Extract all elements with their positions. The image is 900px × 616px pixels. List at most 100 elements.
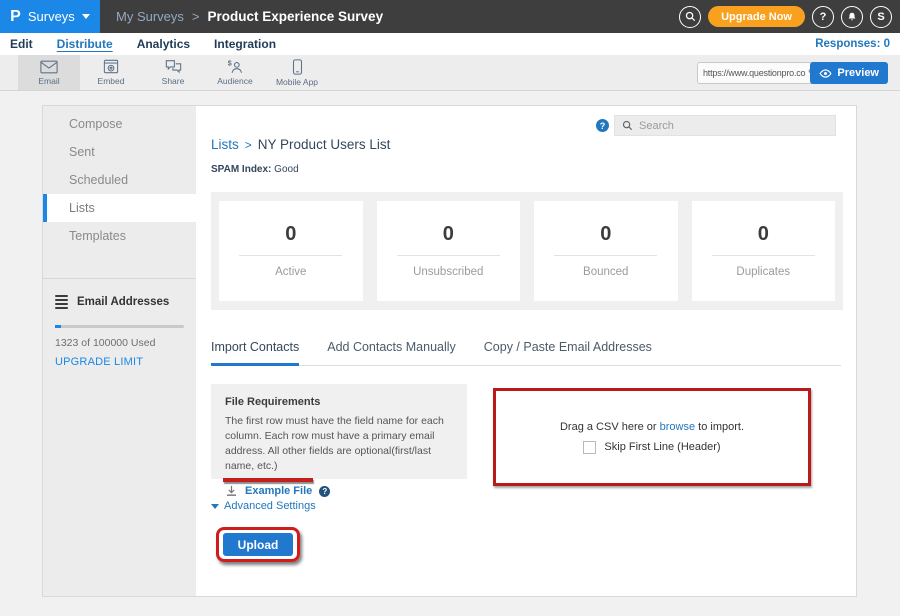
tool-label: Audience: [217, 76, 252, 86]
sidebar-item-scheduled[interactable]: Scheduled: [43, 166, 196, 194]
distribute-toolbar: Email Embed Share $ Audience Mobile App …: [0, 55, 900, 91]
upload-button[interactable]: Upload: [223, 533, 293, 556]
email-addresses-title: Email Addresses: [77, 296, 169, 308]
search-button[interactable]: [679, 6, 701, 28]
dropzone-text-before: Drag a CSV here or: [560, 421, 660, 433]
dropzone-text-after: to import.: [695, 421, 744, 433]
advanced-settings-toggle[interactable]: Advanced Settings: [211, 500, 316, 512]
top-bar: P Surveys My Surveys > Product Experienc…: [0, 0, 900, 33]
advanced-settings-label: Advanced Settings: [224, 500, 316, 512]
annotation-underline-example-file: [223, 478, 313, 482]
lists-link[interactable]: Lists: [211, 137, 239, 152]
contacts-tabs: Import Contacts Add Contacts Manually Co…: [211, 340, 841, 366]
sidebar-item-lists[interactable]: Lists: [43, 194, 196, 222]
stat-label: Bounced: [534, 266, 678, 278]
stat-label: Duplicates: [692, 266, 836, 278]
nav-tab-integration[interactable]: Integration: [214, 37, 276, 51]
survey-url-value: https://www.questionpro.com/t/AP53kZgfo: [703, 68, 806, 78]
list-icon: [55, 295, 68, 309]
email-usage-text: 1323 of 100000 Used: [55, 337, 184, 349]
survey-url-field[interactable]: https://www.questionpro.com/t/AP53kZgfo …: [697, 62, 823, 84]
stat-value: 0: [534, 223, 678, 246]
email-sidebar: Compose Sent Scheduled Lists Templates E…: [43, 106, 196, 596]
share-icon: [165, 59, 182, 74]
nav-tab-edit[interactable]: Edit: [10, 37, 33, 51]
svg-text:$: $: [228, 59, 232, 68]
file-requirements-box: File Requirements The first row must hav…: [211, 384, 467, 479]
responses-count[interactable]: Responses: 0: [815, 38, 890, 50]
email-addresses-header: Email Addresses: [55, 295, 184, 309]
nav-tab-distribute[interactable]: Distribute: [57, 37, 113, 51]
spam-index-label: SPAM Index:: [211, 164, 271, 175]
embed-icon: [103, 59, 119, 74]
annotation-box-upload: Upload: [216, 527, 300, 562]
breadcrumb: My Surveys > Product Experience Survey: [116, 9, 383, 24]
tool-label: Embed: [98, 76, 125, 86]
example-file-row: Example File ?: [225, 485, 453, 498]
tool-share[interactable]: Share: [142, 55, 204, 90]
bell-icon: [846, 11, 858, 23]
stat-card-bounced: 0 Bounced: [534, 201, 678, 301]
breadcrumb-current-survey: Product Experience Survey: [208, 9, 384, 24]
sidebar-item-compose[interactable]: Compose: [43, 110, 196, 138]
search-input[interactable]: [639, 120, 828, 132]
stat-divider: [397, 255, 500, 256]
tool-embed[interactable]: Embed: [80, 55, 142, 90]
audience-icon: $: [226, 59, 244, 74]
spam-index: SPAM Index: Good: [211, 164, 299, 175]
stat-divider: [554, 255, 657, 256]
upgrade-limit-link[interactable]: UPGRADE LIMIT: [55, 356, 184, 368]
tool-label: Mobile App: [276, 77, 318, 87]
app-logo[interactable]: P Surveys: [0, 0, 100, 33]
browse-link[interactable]: browse: [660, 421, 695, 433]
spam-index-value: Good: [274, 164, 298, 175]
sidebar-menu: Compose Sent Scheduled Lists Templates: [43, 106, 196, 250]
stat-divider: [712, 255, 815, 256]
stat-value: 0: [219, 223, 363, 246]
stat-card-duplicates: 0 Duplicates: [692, 201, 836, 301]
tool-label: Share: [162, 76, 185, 86]
upgrade-now-button[interactable]: Upgrade Now: [708, 6, 805, 27]
tab-copy-paste-email-addresses[interactable]: Copy / Paste Email Addresses: [484, 340, 652, 365]
help-button[interactable]: ?: [812, 6, 834, 28]
account-avatar[interactable]: S: [870, 6, 892, 28]
example-file-help-icon[interactable]: ?: [319, 486, 330, 497]
lists-main-panel: ? Lists>NY Product Users List SPAM Index…: [197, 106, 856, 596]
skip-first-line-checkbox[interactable]: [583, 441, 596, 454]
sidebar-item-sent[interactable]: Sent: [43, 138, 196, 166]
notifications-button[interactable]: [841, 6, 863, 28]
stat-card-unsubscribed: 0 Unsubscribed: [377, 201, 521, 301]
preview-button[interactable]: Preview: [810, 62, 888, 84]
nav-tab-analytics[interactable]: Analytics: [137, 37, 190, 51]
list-help-icon[interactable]: ?: [596, 119, 609, 132]
sidebar-item-templates[interactable]: Templates: [43, 222, 196, 250]
preview-label: Preview: [837, 67, 879, 79]
stat-label: Active: [219, 266, 363, 278]
email-addresses-panel: Email Addresses 1323 of 100000 Used UPGR…: [43, 278, 196, 368]
file-requirements-body: The first row must have the field name f…: [225, 414, 453, 474]
search-icon: [622, 120, 633, 131]
skip-first-line-row: Skip First Line (Header): [583, 441, 720, 454]
stat-card-active: 0 Active: [219, 201, 363, 301]
contact-search-box[interactable]: [614, 115, 836, 136]
file-requirements-title: File Requirements: [225, 396, 453, 408]
topbar-actions: Upgrade Now ? S: [679, 0, 892, 33]
caret-down-icon: [211, 504, 219, 509]
list-breadcrumb: Lists>NY Product Users List: [211, 137, 390, 152]
tool-label: Email: [38, 76, 59, 86]
tab-import-contacts[interactable]: Import Contacts: [211, 340, 299, 366]
tool-audience[interactable]: $ Audience: [204, 55, 266, 90]
tab-add-contacts-manually[interactable]: Add Contacts Manually: [327, 340, 456, 365]
breadcrumb-my-surveys[interactable]: My Surveys: [116, 9, 184, 24]
email-usage-progress: [55, 325, 184, 328]
example-file-link[interactable]: Example File: [245, 485, 312, 497]
csv-dropzone[interactable]: Drag a CSV here or browse to import. Ski…: [493, 388, 811, 486]
list-stats-strip: 0 Active 0 Unsubscribed 0 Bounced 0 Dupl…: [211, 192, 843, 310]
product-switcher-label: Surveys: [28, 9, 75, 24]
breadcrumb-separator: >: [192, 9, 200, 24]
tool-mobile-app[interactable]: Mobile App: [266, 55, 328, 90]
caret-down-icon: [82, 14, 90, 19]
tool-email[interactable]: Email: [18, 55, 80, 90]
stat-value: 0: [692, 223, 836, 246]
stat-label: Unsubscribed: [377, 266, 521, 278]
